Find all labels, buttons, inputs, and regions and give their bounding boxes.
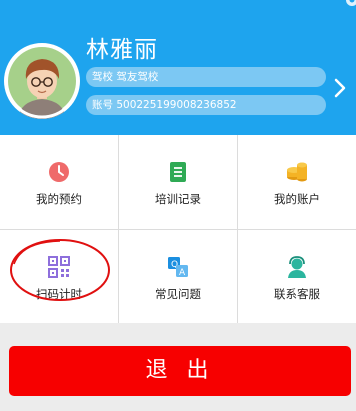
menu-grid: 我的预约 培训记录 我的账户 扫码计时 Q A 常见问题 联系客服: [0, 135, 356, 323]
account-field: 账号 500225199008236852: [86, 95, 326, 115]
chevron-right-icon[interactable]: [333, 77, 347, 99]
qa-icon: Q A: [168, 257, 188, 278]
training-records-button[interactable]: 培训记录: [119, 135, 237, 229]
avatar[interactable]: [4, 43, 80, 119]
clock-icon: [49, 162, 69, 182]
document-list-icon: [170, 162, 186, 182]
profile-header: 林雅丽 驾校 驾友驾校 账号 500225199008236852: [0, 0, 356, 135]
my-account-button[interactable]: 我的账户: [238, 135, 356, 229]
my-account-label: 我的账户: [274, 192, 320, 206]
training-records-label: 培训记录: [155, 192, 201, 206]
scan-timing-label: 扫码计时: [36, 287, 82, 301]
svg-text:A: A: [179, 268, 186, 278]
logout-button[interactable]: 退 出: [9, 346, 351, 396]
user-name: 林雅丽: [86, 37, 158, 63]
school-field: 驾校 驾友驾校: [86, 67, 326, 87]
my-appointments-button[interactable]: 我的预约: [0, 135, 118, 229]
contact-support-label: 联系客服: [274, 287, 320, 301]
customer-service-icon: [288, 256, 306, 278]
scan-timing-button[interactable]: 扫码计时: [0, 230, 118, 324]
faq-label: 常见问题: [155, 287, 201, 301]
my-appointments-label: 我的预约: [36, 192, 82, 206]
faq-button[interactable]: Q A 常见问题: [119, 230, 237, 324]
settings-gear-icon[interactable]: [342, 0, 356, 10]
coins-icon: [287, 162, 307, 182]
qr-code-icon: [48, 256, 70, 278]
contact-support-button[interactable]: 联系客服: [238, 230, 356, 324]
